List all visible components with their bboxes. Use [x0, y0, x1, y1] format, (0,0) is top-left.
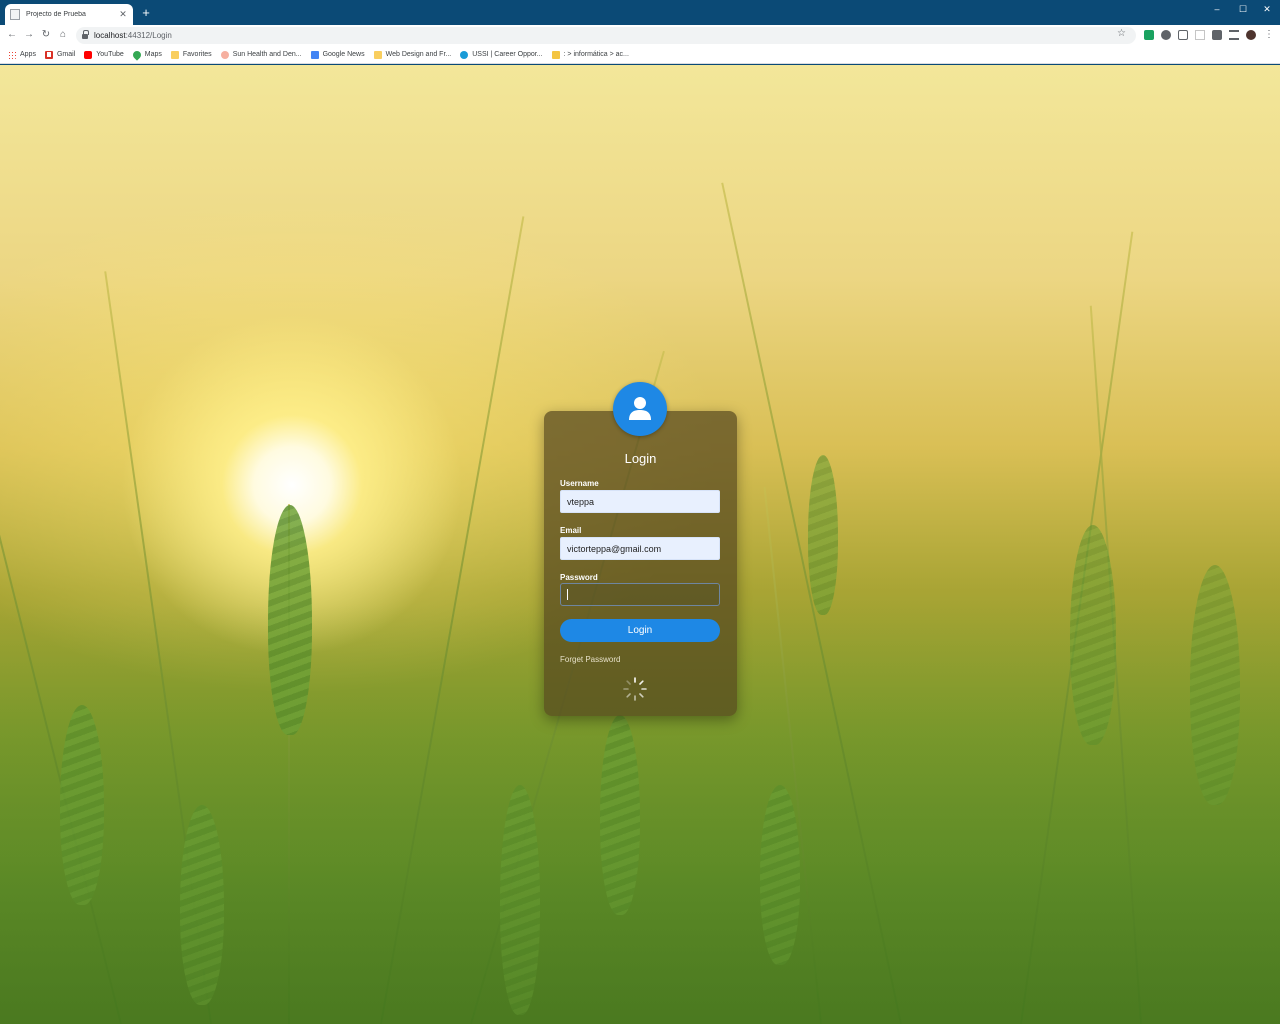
menu-dots-icon[interactable]: ⋮	[1262, 28, 1276, 42]
bookmark-star-icon[interactable]: ☆	[1117, 28, 1126, 39]
bookmark-label: Google News	[322, 51, 365, 58]
home-icon[interactable]: ⌂	[56, 28, 70, 42]
password-label: Password	[560, 573, 598, 582]
bookmark-favorites[interactable]: Favorites	[170, 50, 212, 59]
bookmark-label: YouTube	[96, 51, 124, 58]
map-pin-icon	[131, 48, 143, 61]
gmail-icon	[44, 50, 53, 59]
bookmark-label: Gmail	[56, 51, 76, 58]
bookmark-informatica[interactable]: : > informática > ac...	[551, 50, 629, 59]
close-tab-icon[interactable]: ✕	[118, 9, 128, 20]
login-title: Login	[624, 451, 657, 466]
text-caret	[567, 589, 568, 600]
bookmark-label: Apps	[20, 51, 36, 58]
username-input[interactable]: vteppa	[560, 490, 720, 513]
puzzle-icon[interactable]	[1212, 30, 1222, 40]
tab-title: Projecto de Prueba	[26, 11, 86, 18]
user-avatar	[613, 382, 667, 436]
bookmark-apps[interactable]: Apps	[8, 50, 36, 59]
bookmark-label: Maps	[144, 51, 162, 58]
new-tab-button[interactable]: +	[139, 6, 153, 20]
folder-icon	[373, 50, 382, 59]
news-icon	[310, 50, 319, 59]
youtube-icon	[84, 50, 93, 59]
address-bar[interactable]: localhost :44312/Login ☆	[76, 27, 1136, 44]
bookmark-label: Sun Health and Den...	[232, 51, 302, 58]
forgot-password-link[interactable]: Forget Password	[560, 655, 620, 664]
site-icon	[551, 50, 560, 59]
username-label: Username	[560, 479, 599, 488]
back-arrow-icon[interactable]: ←	[5, 28, 19, 42]
browser-tab[interactable]: Projecto de Prueba ✕	[5, 4, 133, 25]
bookmark-label: USSI | Career Oppor...	[472, 51, 543, 58]
close-window-button[interactable]: ✕	[1256, 2, 1278, 16]
maximize-button[interactable]: ☐	[1232, 2, 1254, 16]
username-value: vteppa	[567, 496, 595, 507]
extension-icon[interactable]	[1144, 30, 1154, 40]
reload-icon[interactable]: ↻	[39, 28, 53, 42]
site-icon	[460, 50, 469, 59]
extension-icon[interactable]	[1195, 30, 1205, 40]
bookmark-sun-health[interactable]: Sun Health and Den...	[220, 50, 302, 59]
email-input[interactable]: victorteppa@gmail.com	[560, 537, 720, 560]
bookmark-ussi[interactable]: USSI | Career Oppor...	[460, 50, 543, 59]
forward-arrow-icon[interactable]: →	[22, 28, 36, 42]
apps-grid-icon	[8, 50, 16, 59]
wheat-ear	[808, 455, 838, 615]
bookmark-web-design[interactable]: Web Design and Fr...	[373, 50, 452, 59]
bookmark-youtube[interactable]: YouTube	[84, 50, 124, 59]
page-background: Login Username vteppa Email victorteppa@…	[0, 65, 1280, 1024]
url-host: localhost	[94, 31, 126, 40]
extension-icon[interactable]	[1161, 30, 1171, 40]
site-icon	[220, 50, 229, 59]
lock-icon	[82, 30, 89, 39]
camera-icon[interactable]	[1178, 30, 1188, 40]
bookmark-google-news[interactable]: Google News	[310, 50, 365, 59]
email-value: victorteppa@gmail.com	[567, 543, 662, 554]
minimize-button[interactable]: –	[1206, 2, 1228, 16]
folder-icon	[170, 50, 179, 59]
bookmark-label: Favorites	[182, 51, 212, 58]
bookmark-maps[interactable]: Maps	[131, 48, 162, 61]
bookmark-label: Web Design and Fr...	[385, 51, 452, 58]
user-icon	[629, 397, 651, 420]
page-icon	[10, 9, 20, 20]
loading-spinner-icon	[623, 677, 647, 701]
login-button[interactable]: Login	[560, 619, 720, 642]
bookmark-label: : > informática > ac...	[563, 51, 629, 58]
browser-titlebar: Projecto de Prueba ✕ + – ☐ ✕	[0, 0, 1280, 25]
bookmarks-bar: Apps Gmail YouTube Maps Favorites Sun He…	[0, 46, 1280, 64]
email-label: Email	[560, 526, 582, 535]
url-path: :44312/Login	[125, 31, 172, 40]
browser-toolbar: ← → ↻ ⌂ localhost :44312/Login ☆ ⋮	[0, 25, 1280, 46]
bookmark-gmail[interactable]: Gmail	[44, 50, 76, 59]
reading-list-icon[interactable]	[1229, 30, 1239, 40]
avatar[interactable]	[1246, 30, 1256, 40]
password-input[interactable]	[560, 583, 720, 606]
